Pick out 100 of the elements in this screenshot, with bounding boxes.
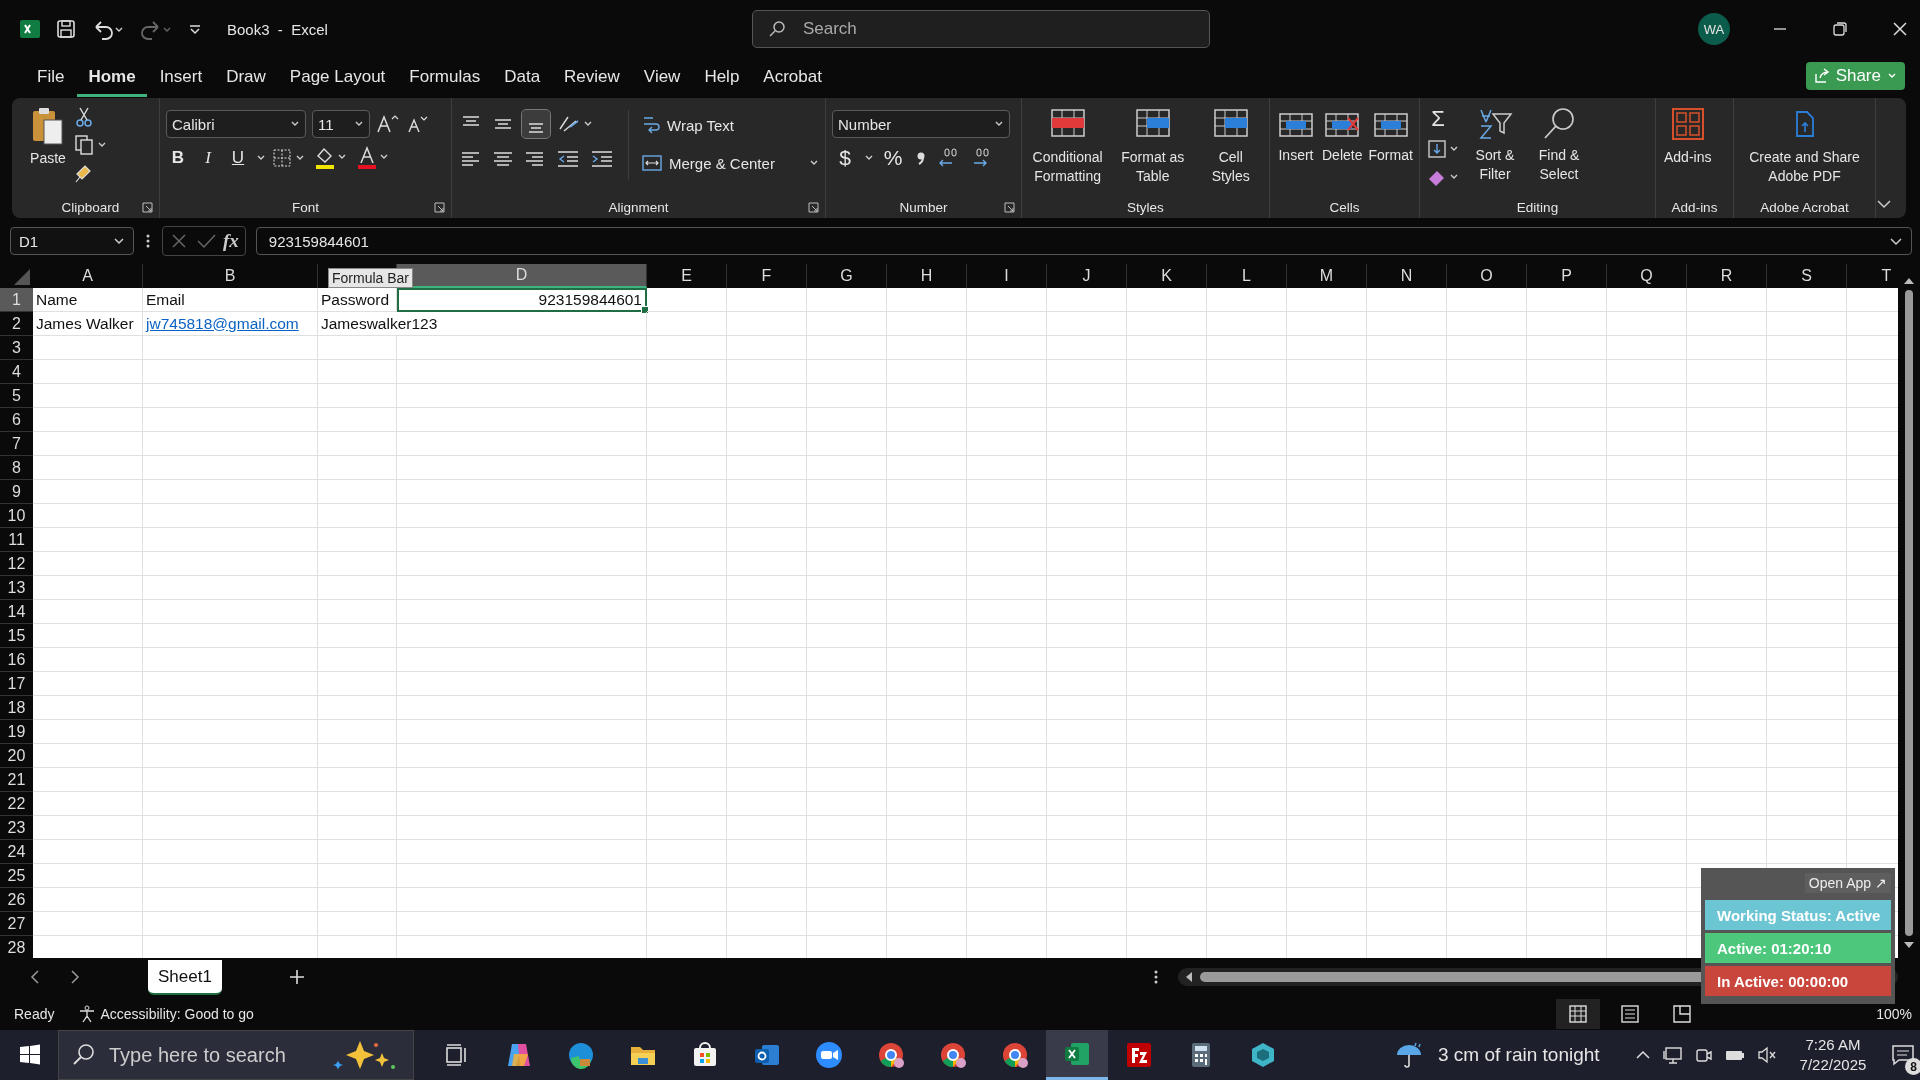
column-header[interactable]: R [1687,264,1767,288]
grow-font-icon[interactable] [376,113,400,135]
row-header[interactable]: 16 [0,648,33,672]
row-header[interactable]: 3 [0,336,33,360]
insert-function-button[interactable]: fx [223,230,239,252]
editing-button[interactable]: Sort & Filter [1466,104,1524,186]
menu-tab[interactable]: Formulas [398,59,492,97]
scroll-up-icon[interactable] [1903,276,1915,286]
menu-tab[interactable]: Help [693,59,751,97]
row-header[interactable]: 11 [0,528,33,552]
row-header[interactable]: 21 [0,768,33,792]
fill-down-icon[interactable] [1426,138,1460,160]
windows-start-icon[interactable] [18,1043,42,1067]
chrome-icon[interactable] [876,1040,906,1070]
row-header[interactable]: 27 [0,912,33,936]
styles-button[interactable]: Cell Styles [1198,104,1263,188]
column-header[interactable]: I [967,264,1047,288]
copy-icon[interactable] [74,134,108,156]
row-header[interactable]: 20 [0,744,33,768]
row-header[interactable]: 6 [0,408,33,432]
accessibility-status[interactable]: Accessibility: Good to go [100,1006,254,1022]
user-avatar[interactable]: WA [1697,13,1730,45]
cells-button[interactable]: Insert [1276,104,1316,167]
open-app-button[interactable]: Open App ↗ [1804,873,1891,893]
row-header[interactable]: 28 [0,936,33,958]
row-header[interactable]: 26 [0,888,33,912]
muted-speaker-icon[interactable] [1755,1045,1778,1065]
row-header[interactable]: 23 [0,816,33,840]
umbrella-rain-icon[interactable] [1394,1040,1424,1070]
italic-button[interactable]: I [196,148,220,168]
launcher-icon[interactable] [142,202,153,213]
row-header[interactable]: 5 [0,384,33,408]
column-header[interactable]: A [33,264,143,288]
column-header[interactable]: S [1767,264,1847,288]
row-header[interactable]: 1 [0,288,33,312]
email-link[interactable]: jw745818@gmail.com [146,314,299,333]
chrome-icon[interactable] [938,1040,968,1070]
create-pdf-button[interactable]: Create and Share Adobe PDF [1740,104,1869,188]
accessibility-icon[interactable] [78,1005,97,1023]
styles-button[interactable]: Conditional Formatting [1028,104,1108,188]
add-sheet-icon[interactable] [287,968,306,986]
menu-tab[interactable]: Data [493,59,552,97]
launcher-icon[interactable] [808,202,819,213]
merge-center-button[interactable]: Merge & Center [641,148,819,178]
menu-tab[interactable]: File [26,59,76,97]
row-header[interactable]: 15 [0,624,33,648]
collapse-ribbon-icon[interactable] [1876,198,1892,210]
column-header[interactable]: O [1447,264,1527,288]
underline-button[interactable]: U [226,148,250,168]
menu-tab[interactable]: Page Layout [278,59,397,97]
select-all-icon[interactable] [14,269,30,285]
bold-button[interactable]: B [166,148,190,168]
row-header[interactable]: 22 [0,792,33,816]
row-header[interactable]: 7 [0,432,33,456]
weather-text[interactable]: 3 cm of rain tonight [1438,1044,1600,1066]
name-box[interactable]: D1 [10,227,134,255]
editing-button[interactable]: Find & Select [1530,104,1588,186]
font-size-dropdown[interactable]: 11 [312,110,370,138]
column-header[interactable]: L [1207,264,1287,288]
clock[interactable]: 7:26 AM 7/22/2025 [1799,1035,1867,1075]
column-header[interactable]: M [1287,264,1367,288]
font-name-dropdown[interactable]: Calibri [166,110,306,138]
row-header[interactable]: 18 [0,696,33,720]
row-header[interactable]: 17 [0,672,33,696]
video-call-icon[interactable] [814,1040,844,1070]
column-header[interactable]: E [647,264,727,288]
menu-tab[interactable]: View [632,59,692,97]
launcher-icon[interactable] [434,202,445,213]
styles-button[interactable]: Format as Table [1113,104,1193,188]
fill-handle[interactable] [641,306,649,314]
row-header[interactable]: 4 [0,360,33,384]
row-header[interactable]: 24 [0,840,33,864]
column-header[interactable]: F [727,264,807,288]
search-field[interactable]: Search [751,10,1210,48]
number-format-dropdown[interactable]: Number [832,110,1010,138]
scroll-left-icon[interactable] [1184,971,1194,983]
menu-tab[interactable]: Acrobat [752,59,833,97]
column-header[interactable]: Q [1607,264,1687,288]
launcher-icon[interactable] [1004,202,1015,213]
save-icon[interactable] [55,18,77,40]
cells-button[interactable]: Format [1368,104,1413,167]
formula-input[interactable]: 923159844601 [255,227,1912,255]
previous-sheet-icon[interactable] [28,969,42,985]
network-icon[interactable] [1661,1045,1684,1065]
normal-view-icon[interactable] [1556,999,1601,1029]
paste-button[interactable]: Paste [28,104,68,168]
redo-icon[interactable] [139,18,173,40]
edge-icon[interactable] [566,1040,596,1070]
row-header[interactable]: 25 [0,864,33,888]
row-header[interactable]: 13 [0,576,33,600]
share-button[interactable]: Share [1805,62,1905,90]
chrome-icon[interactable] [1000,1040,1030,1070]
zoom-level[interactable]: 100% [1876,1006,1912,1022]
column-header[interactable]: N [1367,264,1447,288]
column-header[interactable]: P [1527,264,1607,288]
percent-button[interactable]: % [880,146,906,170]
row-header[interactable]: 14 [0,600,33,624]
cells-button[interactable]: Delete [1322,104,1363,167]
column-header[interactable]: J [1047,264,1127,288]
menu-tab[interactable]: Draw [215,59,277,97]
